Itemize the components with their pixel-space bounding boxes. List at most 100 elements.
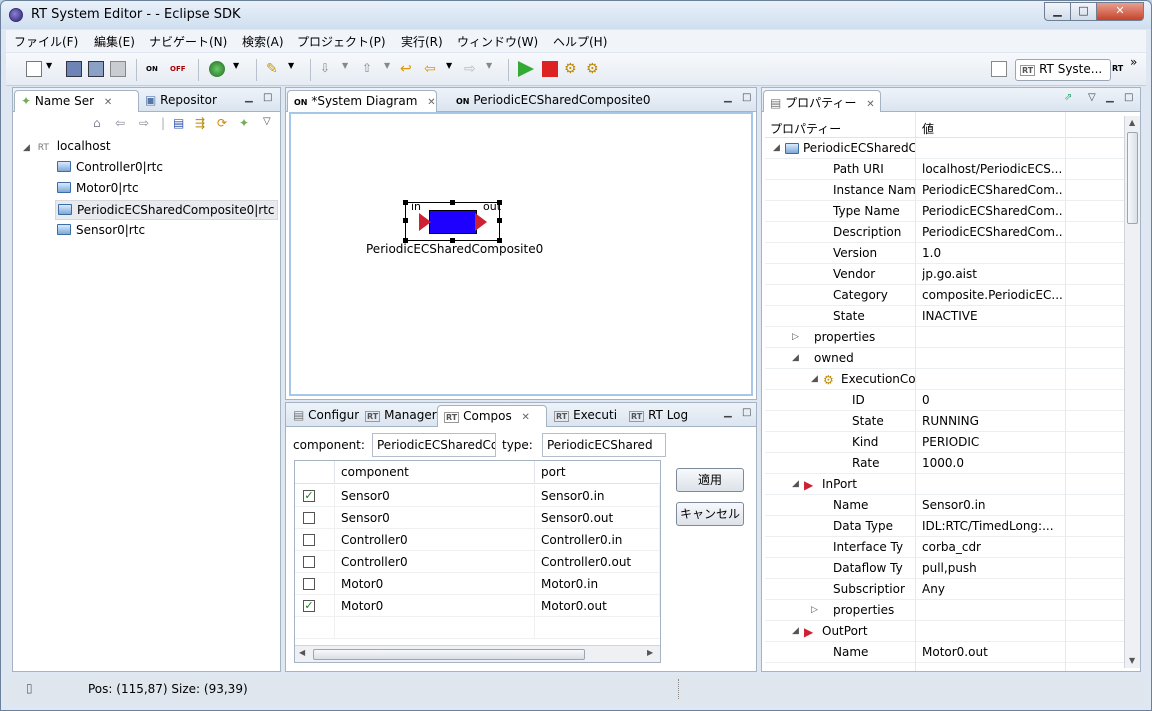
activate-all-icon[interactable]: ON bbox=[146, 61, 162, 77]
cancel-button[interactable]: キャンセル bbox=[676, 502, 744, 526]
property-row[interactable]: ▷ properties bbox=[765, 327, 1125, 348]
more-perspectives[interactable]: » bbox=[1130, 55, 1146, 71]
property-row[interactable]: Category composite.PeriodicEC... bbox=[765, 285, 1125, 306]
row-checkbox[interactable]: ✓ bbox=[303, 600, 315, 612]
new-dropdown-icon[interactable]: ▼ bbox=[46, 61, 54, 77]
property-row[interactable]: Vendor jp.go.aist bbox=[765, 264, 1125, 285]
menu-help[interactable]: ヘルプ(H) bbox=[553, 33, 607, 50]
menu-file[interactable]: ファイル(F) bbox=[14, 33, 78, 50]
next-annotation-icon[interactable]: ⇩ bbox=[320, 61, 336, 77]
property-row[interactable]: ▷ properties bbox=[765, 600, 1125, 621]
outport-shape[interactable] bbox=[475, 213, 487, 231]
type-field[interactable]: PeriodicECShared bbox=[542, 433, 666, 457]
row-checkbox[interactable] bbox=[303, 512, 315, 524]
home-icon[interactable]: ⌂ bbox=[93, 116, 101, 130]
tab-rt-log[interactable]: RT RT Log bbox=[623, 405, 695, 427]
close-tab-icon[interactable]: ✕ bbox=[427, 97, 435, 108]
expanded-icon[interactable]: ◢ bbox=[773, 143, 780, 153]
property-row[interactable]: Name Motor0.out bbox=[765, 642, 1125, 663]
prev-annotation-icon[interactable]: ⇧ bbox=[362, 61, 378, 77]
property-row[interactable]: Type Name PeriodicECSharedCom... bbox=[765, 201, 1125, 222]
row-checkbox[interactable] bbox=[303, 556, 315, 568]
resize-handle[interactable] bbox=[497, 218, 502, 223]
horizontal-scrollbar[interactable]: ◀ ▶ bbox=[295, 645, 660, 662]
row-checkbox[interactable] bbox=[303, 534, 315, 546]
table-row[interactable]: Sensor0 Sensor0.out bbox=[295, 507, 660, 529]
resize-handle[interactable] bbox=[403, 218, 408, 223]
last-edit-icon[interactable]: ↩ bbox=[400, 61, 416, 77]
maximize-editor-icon[interactable]: □ bbox=[742, 92, 751, 103]
forward-icon[interactable]: ⇨ bbox=[139, 116, 149, 130]
property-row[interactable]: Subscriptior Any bbox=[765, 579, 1125, 600]
tree-item-controller0[interactable]: Controller0|rtc bbox=[57, 160, 163, 174]
property-row[interactable]: ◢ PeriodicECSharedC bbox=[765, 138, 1125, 159]
table-row[interactable]: Controller0 Controller0.in bbox=[295, 529, 660, 551]
maximize-view-icon[interactable]: □ bbox=[1124, 92, 1133, 103]
property-row[interactable]: Rate 1000.0 bbox=[765, 453, 1125, 474]
minimize-view-icon[interactable]: ▁ bbox=[245, 92, 253, 103]
component-field[interactable]: PeriodicECSharedCor bbox=[372, 433, 496, 457]
scroll-thumb[interactable] bbox=[313, 649, 585, 660]
refresh-icon[interactable]: ⟳ bbox=[217, 116, 227, 130]
table-row[interactable]: ✓ Motor0 Motor0.out bbox=[295, 595, 660, 617]
tab-manager[interactable]: RT Manager bbox=[359, 405, 437, 427]
scroll-thumb[interactable] bbox=[1127, 132, 1138, 224]
expanded-icon[interactable]: ◢ bbox=[792, 626, 799, 636]
deactivate-all-icon[interactable]: OFF bbox=[170, 61, 186, 77]
property-row[interactable]: ◢ owned bbox=[765, 348, 1125, 369]
resize-handle[interactable] bbox=[450, 200, 455, 205]
view-menu-icon[interactable]: ▽ bbox=[263, 116, 271, 127]
tree-item-motor0[interactable]: Motor0|rtc bbox=[57, 181, 139, 195]
fast-view-icon[interactable]: ▯ bbox=[26, 681, 33, 695]
stop-icon[interactable] bbox=[542, 61, 558, 77]
forward-dropdown-icon[interactable]: ▼ bbox=[486, 61, 494, 77]
table-row[interactable]: ✓ Sensor0 Sensor0.in bbox=[295, 485, 660, 507]
expanded-icon[interactable]: ◢ bbox=[792, 479, 799, 489]
back-dropdown-icon[interactable]: ▼ bbox=[446, 61, 454, 77]
forward-icon[interactable]: ⇨ bbox=[464, 61, 480, 77]
tab-periodic-composite[interactable]: ON PeriodicECSharedComposite0 bbox=[450, 90, 675, 112]
composite-component-body[interactable] bbox=[429, 210, 477, 234]
expanded-icon[interactable]: ◢ bbox=[792, 353, 799, 363]
tree-item-sensor0[interactable]: Sensor0|rtc bbox=[57, 223, 145, 237]
property-row[interactable]: Path URI localhost/PeriodicECS... bbox=[765, 159, 1125, 180]
property-row[interactable]: Data Type IDL:RTC/TimedLong:... bbox=[765, 516, 1125, 537]
perspective-switcher[interactable]: RT RT Syste... bbox=[1015, 59, 1111, 81]
tab-repository[interactable]: ▣ Repositor bbox=[139, 90, 239, 112]
close-button[interactable]: ✕ bbox=[1096, 2, 1144, 21]
resize-handle[interactable] bbox=[403, 200, 408, 205]
save-icon[interactable] bbox=[66, 61, 82, 77]
expanded-icon[interactable]: ◢ bbox=[23, 143, 30, 153]
add-name-server-icon[interactable]: ▤ bbox=[173, 116, 184, 130]
scroll-left-icon[interactable]: ◀ bbox=[299, 648, 305, 657]
property-row[interactable]: Description PeriodicECSharedCom... bbox=[765, 222, 1125, 243]
expanded-icon[interactable]: ◢ bbox=[811, 374, 818, 384]
save-all-icon[interactable] bbox=[88, 61, 104, 77]
diagram-canvas[interactable]: in out PeriodicECSharedComposite0 bbox=[289, 112, 753, 396]
properties-header-key[interactable]: プロパティー bbox=[770, 120, 841, 137]
collapsed-icon[interactable]: ▷ bbox=[792, 332, 799, 342]
tree-root-localhost[interactable]: ◢ RT localhost bbox=[23, 139, 111, 153]
wand-dropdown-icon[interactable]: ▼ bbox=[288, 61, 296, 77]
scroll-down-icon[interactable]: ▼ bbox=[1129, 656, 1135, 665]
tab-name-service[interactable]: ✦ Name Ser ✕ bbox=[14, 90, 139, 112]
tab-composite[interactable]: RT Compos ✕ bbox=[437, 405, 547, 427]
execution-context-icon[interactable]: ⚙ bbox=[564, 61, 580, 77]
property-row[interactable]: ◢ ▶ InPort bbox=[765, 474, 1125, 495]
row-checkbox[interactable]: ✓ bbox=[303, 490, 315, 502]
back-icon[interactable]: ⇦ bbox=[424, 61, 440, 77]
new-icon[interactable] bbox=[26, 61, 42, 77]
properties-header-value[interactable]: 値 bbox=[922, 120, 934, 137]
table-row[interactable]: Motor0 Motor0.in bbox=[295, 573, 660, 595]
menu-navigate[interactable]: ナビゲート(N) bbox=[149, 33, 227, 50]
close-tab-icon[interactable]: ✕ bbox=[104, 97, 112, 108]
collapsed-icon[interactable]: ▷ bbox=[811, 605, 818, 615]
property-row[interactable]: Version 1.0 bbox=[765, 243, 1125, 264]
row-checkbox[interactable] bbox=[303, 578, 315, 590]
property-row[interactable]: ID 0 bbox=[765, 390, 1125, 411]
menu-search[interactable]: 検索(A) bbox=[242, 33, 284, 50]
property-row[interactable]: Instance Name PeriodicECSharedCom... bbox=[765, 180, 1125, 201]
menu-project[interactable]: プロジェクト(P) bbox=[297, 33, 386, 50]
open-perspective-icon[interactable] bbox=[991, 61, 1007, 77]
view-menu-icon[interactable]: ▽ bbox=[1088, 92, 1096, 103]
